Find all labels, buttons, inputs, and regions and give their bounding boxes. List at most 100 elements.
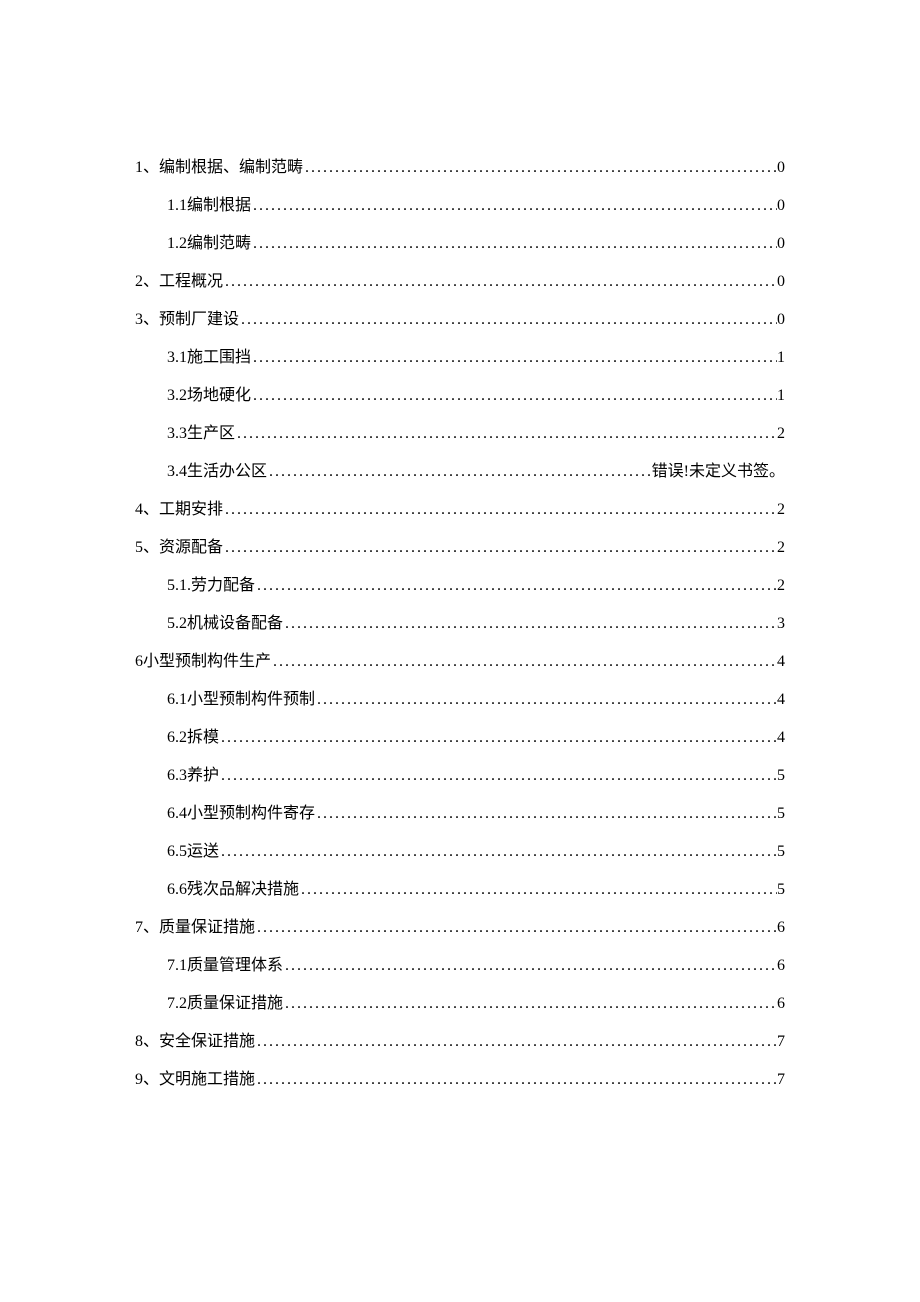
toc-entry: 6.4小型预制构件寄存 5 [135,806,785,822]
toc-leader-dots [315,806,777,822]
toc-entry: 7.1质量管理体系 6 [135,958,785,974]
toc-label: 1、编制根据、编制范畴 [135,160,303,176]
toc-page-number: 0 [777,198,785,214]
toc-label: 3、预制厂建设 [135,312,239,328]
toc-entry: 6小型预制构件生产 4 [135,654,785,670]
toc-page-number: 0 [777,160,785,176]
toc-leader-dots [235,426,777,442]
toc-entry: 6.6残次品解决措施 5 [135,882,785,898]
toc-leader-dots [219,730,777,746]
toc-page-number: 3 [777,616,785,632]
toc-leader-dots [255,1072,777,1088]
toc-leader-dots [315,692,777,708]
toc-entry: 1.2编制范畴 0 [135,236,785,252]
toc-label: 6小型预制构件生产 [135,654,271,670]
toc-leader-dots [239,312,777,328]
toc-page-number: 5 [777,806,785,822]
toc-page-number: 6 [777,996,785,1012]
toc-leader-dots [219,844,777,860]
toc-leader-dots [303,160,777,176]
toc-entry: 3.1施工围挡 1 [135,350,785,366]
toc-entry: 9、文明施工措施 7 [135,1072,785,1088]
toc-label: 7.2质量保证措施 [167,996,283,1012]
toc-page-number: 4 [777,692,785,708]
toc-label: 8、安全保证措施 [135,1034,255,1050]
toc-page-number: 0 [777,312,785,328]
toc-leader-dots [223,274,777,290]
toc-entry: 6.3养护 5 [135,768,785,784]
toc-leader-dots [251,350,777,366]
toc-page-number: 错误!未定义书签。 [652,464,785,480]
toc-entry: 1.1编制根据 0 [135,198,785,214]
toc-page-number: 2 [777,540,785,556]
toc-page-number: 4 [777,654,785,670]
toc-entry: 5、资源配备 2 [135,540,785,556]
toc-leader-dots [283,616,777,632]
toc-label: 9、文明施工措施 [135,1072,255,1088]
toc-page-number: 2 [777,502,785,518]
toc-leader-dots [299,882,777,898]
toc-leader-dots [283,996,777,1012]
toc-page-number: 1 [777,388,785,404]
toc-entry: 3、预制厂建设 0 [135,312,785,328]
toc-page-number: 7 [777,1072,785,1088]
toc-entry: 8、安全保证措施 7 [135,1034,785,1050]
toc-leader-dots [267,464,652,480]
toc-entry: 7.2质量保证措施 6 [135,996,785,1012]
toc-label: 1.1编制根据 [167,198,251,214]
toc-label: 3.3生产区 [167,426,235,442]
toc-leader-dots [255,920,777,936]
toc-entry: 1、编制根据、编制范畴 0 [135,160,785,176]
toc-leader-dots [219,768,777,784]
toc-page-number: 0 [777,236,785,252]
toc-label: 6.5运送 [167,844,219,860]
toc-label: 5.2机械设备配备 [167,616,283,632]
toc-leader-dots [251,388,777,404]
toc-page-number: 2 [777,426,785,442]
toc-label: 3.4生活办公区 [167,464,267,480]
toc-leader-dots [223,502,777,518]
toc-label: 6.6残次品解决措施 [167,882,299,898]
toc-label: 6.4小型预制构件寄存 [167,806,315,822]
toc-page-number: 4 [777,730,785,746]
toc-entry: 6.1小型预制构件预制 4 [135,692,785,708]
toc-entry: 6.5运送 5 [135,844,785,860]
toc-entry: 3.2场地硬化 1 [135,388,785,404]
toc-label: 5.1.劳力配备 [167,578,255,594]
toc-entry: 5.2机械设备配备 3 [135,616,785,632]
toc-page-number: 1 [777,350,785,366]
toc-label: 4、工期安排 [135,502,223,518]
toc-entry: 3.4生活办公区 错误!未定义书签。 [135,464,785,480]
toc-label: 1.2编制范畴 [167,236,251,252]
toc-page-number: 5 [777,882,785,898]
toc-page-number: 0 [777,274,785,290]
toc-page-number: 5 [777,768,785,784]
toc-entry: 6.2拆模 4 [135,730,785,746]
toc-label: 6.1小型预制构件预制 [167,692,315,708]
toc-label: 6.3养护 [167,768,219,784]
toc-entry: 5.1.劳力配备 2 [135,578,785,594]
toc-label: 2、工程概况 [135,274,223,290]
toc-leader-dots [283,958,777,974]
table-of-contents: 1、编制根据、编制范畴01.1编制根据01.2编制范畴02、工程概况03、预制厂… [135,160,785,1088]
toc-page-number: 2 [777,578,785,594]
toc-page-number: 6 [777,920,785,936]
toc-label: 7.1质量管理体系 [167,958,283,974]
toc-entry: 7、质量保证措施 6 [135,920,785,936]
toc-leader-dots [223,540,777,556]
toc-page-number: 7 [777,1034,785,1050]
toc-leader-dots [271,654,777,670]
toc-leader-dots [251,198,777,214]
toc-page-number: 5 [777,844,785,860]
toc-leader-dots [251,236,777,252]
toc-entry: 4、工期安排 2 [135,502,785,518]
toc-label: 6.2拆模 [167,730,219,746]
toc-label: 3.2场地硬化 [167,388,251,404]
toc-page-number: 6 [777,958,785,974]
toc-label: 5、资源配备 [135,540,223,556]
toc-label: 3.1施工围挡 [167,350,251,366]
toc-leader-dots [255,1034,777,1050]
toc-entry: 3.3生产区 2 [135,426,785,442]
toc-label: 7、质量保证措施 [135,920,255,936]
toc-leader-dots [255,578,777,594]
